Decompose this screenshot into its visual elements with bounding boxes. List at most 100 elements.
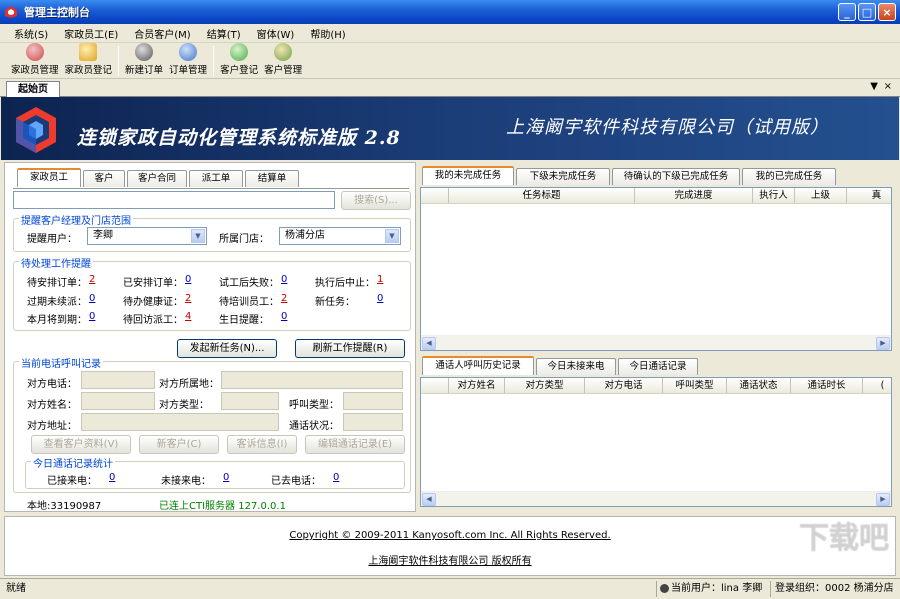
tab-my-unfinished-tasks[interactable]: 我的未完成任务 bbox=[422, 166, 514, 185]
new-customer-button[interactable]: 新客户(C) bbox=[139, 435, 219, 454]
order-manage-button[interactable]: 订单管理 bbox=[166, 43, 210, 78]
pending-count-link[interactable]: 2 bbox=[89, 274, 95, 285]
tab-customer[interactable]: 客户 bbox=[83, 170, 125, 187]
tab-missed-calls-today[interactable]: 今日未接来电 bbox=[536, 358, 616, 375]
new-task-button[interactable]: 发起新任务(N)... bbox=[177, 339, 277, 358]
tab-contract[interactable]: 客户合同 bbox=[127, 170, 187, 187]
tab-settlement-sheet[interactable]: 结算单 bbox=[245, 170, 299, 187]
customer-register-button[interactable]: 客户登记 bbox=[217, 43, 261, 78]
column-header[interactable]: 呼叫类型 bbox=[663, 378, 727, 393]
menu-window[interactable]: 窗体(W) bbox=[249, 26, 303, 41]
scroll-left-icon[interactable]: ◀ bbox=[422, 493, 436, 506]
column-header[interactable]: 对方电话 bbox=[585, 378, 663, 393]
column-header[interactable]: ( bbox=[863, 378, 891, 393]
menu-settlement[interactable]: 结算(T) bbox=[199, 26, 249, 41]
customer-manage-button[interactable]: 客户管理 bbox=[261, 43, 305, 78]
call-grid-header: 对方姓名 对方类型 对方电话 呼叫类型 通话状态 通话时长 ( bbox=[421, 378, 891, 394]
app-icon bbox=[4, 5, 18, 19]
column-header[interactable]: 对方类型 bbox=[505, 378, 585, 393]
answered-calls-count[interactable]: 0 bbox=[109, 472, 115, 483]
pending-count-link[interactable]: 0 bbox=[281, 311, 287, 322]
missed-calls-count[interactable]: 0 bbox=[223, 472, 229, 483]
scroll-right-icon[interactable]: ▶ bbox=[876, 337, 890, 350]
column-header[interactable]: 执行人 bbox=[753, 188, 795, 203]
type-label: 对方类型： bbox=[159, 400, 209, 411]
title-bar: 管理主控制台 _ □ × bbox=[0, 0, 900, 24]
pending-count-link[interactable]: 1 bbox=[377, 274, 383, 285]
staff-register-button[interactable]: 家政员登记 bbox=[62, 43, 116, 78]
task-grid-scrollbar[interactable]: ◀ ▶ bbox=[421, 335, 891, 350]
menu-members[interactable]: 合员客户(M) bbox=[126, 26, 198, 41]
menu-help[interactable]: 帮助(H) bbox=[302, 26, 353, 41]
column-header[interactable]: 真 bbox=[847, 188, 891, 203]
tab-dispatch[interactable]: 派工单 bbox=[189, 170, 243, 187]
pending-count-link[interactable]: 0 bbox=[185, 274, 191, 285]
menu-staff[interactable]: 家政员工(E) bbox=[56, 26, 126, 41]
stats-title: 今日通话记录统计 bbox=[31, 455, 115, 470]
store-select[interactable]: 杨浦分店 ▼ bbox=[279, 227, 401, 245]
tab-pending-confirm-tasks[interactable]: 待确认的下级已完成任务 bbox=[612, 168, 740, 185]
staff-manage-button[interactable]: 家政员管理 bbox=[8, 43, 62, 78]
task-grid-header: 任务标题 完成进度 执行人 上级 真 bbox=[421, 188, 891, 204]
pending-count-link[interactable]: 0 bbox=[89, 293, 95, 304]
pending-count-link[interactable]: 4 bbox=[185, 311, 191, 322]
column-header[interactable]: 完成进度 bbox=[635, 188, 753, 203]
column-header[interactable] bbox=[421, 188, 449, 203]
pending-count-link[interactable]: 2 bbox=[281, 293, 287, 304]
tab-close-icon[interactable]: × bbox=[884, 81, 892, 92]
call-status-field[interactable] bbox=[343, 413, 403, 431]
status-login-org: 登录组织：0002 杨浦分店 bbox=[770, 581, 894, 597]
new-order-button[interactable]: 新建订单 bbox=[122, 43, 166, 78]
minimize-button[interactable]: _ bbox=[838, 3, 856, 21]
outgoing-calls-count[interactable]: 0 bbox=[333, 472, 339, 483]
scroll-right-icon[interactable]: ▶ bbox=[876, 493, 890, 506]
column-header[interactable] bbox=[421, 378, 449, 393]
product-name: 连锁家政自动化管理系统标准版 2.8 bbox=[77, 127, 401, 149]
column-header[interactable]: 通话状态 bbox=[727, 378, 791, 393]
call-grid-scrollbar[interactable]: ◀ ▶ bbox=[421, 491, 891, 506]
scroll-left-icon[interactable]: ◀ bbox=[422, 337, 436, 350]
company-name: 上海阚宇软件科技有限公司（试用版） bbox=[506, 117, 829, 138]
task-grid[interactable]: 任务标题 完成进度 执行人 上级 真 ◀ ▶ bbox=[420, 187, 892, 351]
name-field[interactable] bbox=[81, 392, 155, 410]
customer-icon bbox=[230, 43, 249, 61]
owner-text: 上海阚宇软件科技有限公司 版权所有 bbox=[368, 556, 532, 567]
column-header[interactable]: 上级 bbox=[795, 188, 847, 203]
menu-system[interactable]: 系统(S) bbox=[6, 26, 56, 41]
call-history-grid[interactable]: 对方姓名 对方类型 对方电话 呼叫类型 通话状态 通话时长 ( ◀ ▶ bbox=[420, 377, 892, 507]
pending-count-link[interactable]: 2 bbox=[185, 293, 191, 304]
pending-group-title: 待处理工作提醒 bbox=[19, 255, 93, 270]
view-customer-button[interactable]: 查看客户资料(V) bbox=[31, 435, 131, 454]
address-field[interactable] bbox=[81, 413, 279, 431]
complaint-button[interactable]: 客诉信息(I) bbox=[227, 435, 297, 454]
people-icon bbox=[25, 43, 44, 61]
pending-count-link[interactable]: 0 bbox=[281, 274, 287, 285]
edit-call-record-button[interactable]: 编辑通话记录(E) bbox=[305, 435, 405, 454]
maximize-button[interactable]: □ bbox=[858, 3, 876, 21]
tab-list-icon[interactable]: ▼ bbox=[870, 81, 878, 92]
column-header[interactable]: 对方姓名 bbox=[449, 378, 505, 393]
column-header[interactable]: 通话时长 bbox=[791, 378, 863, 393]
tab-start-page[interactable]: 起始页 bbox=[6, 81, 60, 97]
column-header[interactable]: 任务标题 bbox=[449, 188, 635, 203]
refresh-reminders-button[interactable]: 刷新工作提醒(R) bbox=[295, 339, 405, 358]
tab-sub-unfinished-tasks[interactable]: 下级未完成任务 bbox=[516, 168, 610, 185]
pending-count-link[interactable]: 0 bbox=[377, 293, 383, 304]
product-banner: 连锁家政自动化管理系统标准版 2.8 上海阚宇软件科技有限公司（试用版） bbox=[1, 97, 899, 160]
pending-count-link[interactable]: 0 bbox=[89, 311, 95, 322]
tab-call-records-today[interactable]: 今日通话记录 bbox=[618, 358, 698, 375]
tab-call-history[interactable]: 通话人呼叫历史记录 bbox=[422, 356, 534, 375]
copyright-footer: Copyright © 2009-2011 Kanyosoft.com Inc.… bbox=[4, 516, 896, 576]
remind-user-select[interactable]: 李卿 ▼ bbox=[87, 227, 207, 245]
tab-staff[interactable]: 家政员工 bbox=[17, 168, 81, 187]
phone-field[interactable] bbox=[81, 371, 155, 389]
search-button[interactable]: 搜索(S)... bbox=[341, 191, 411, 210]
pending-label: 待回访派工： bbox=[123, 315, 183, 326]
search-input[interactable] bbox=[13, 191, 335, 209]
tab-my-finished-tasks[interactable]: 我的已完成任务 bbox=[742, 168, 836, 185]
call-type-field[interactable] bbox=[343, 392, 403, 410]
close-button[interactable]: × bbox=[878, 3, 896, 21]
company-logo bbox=[16, 107, 56, 153]
location-field[interactable] bbox=[221, 371, 403, 389]
type-field[interactable] bbox=[221, 392, 279, 410]
